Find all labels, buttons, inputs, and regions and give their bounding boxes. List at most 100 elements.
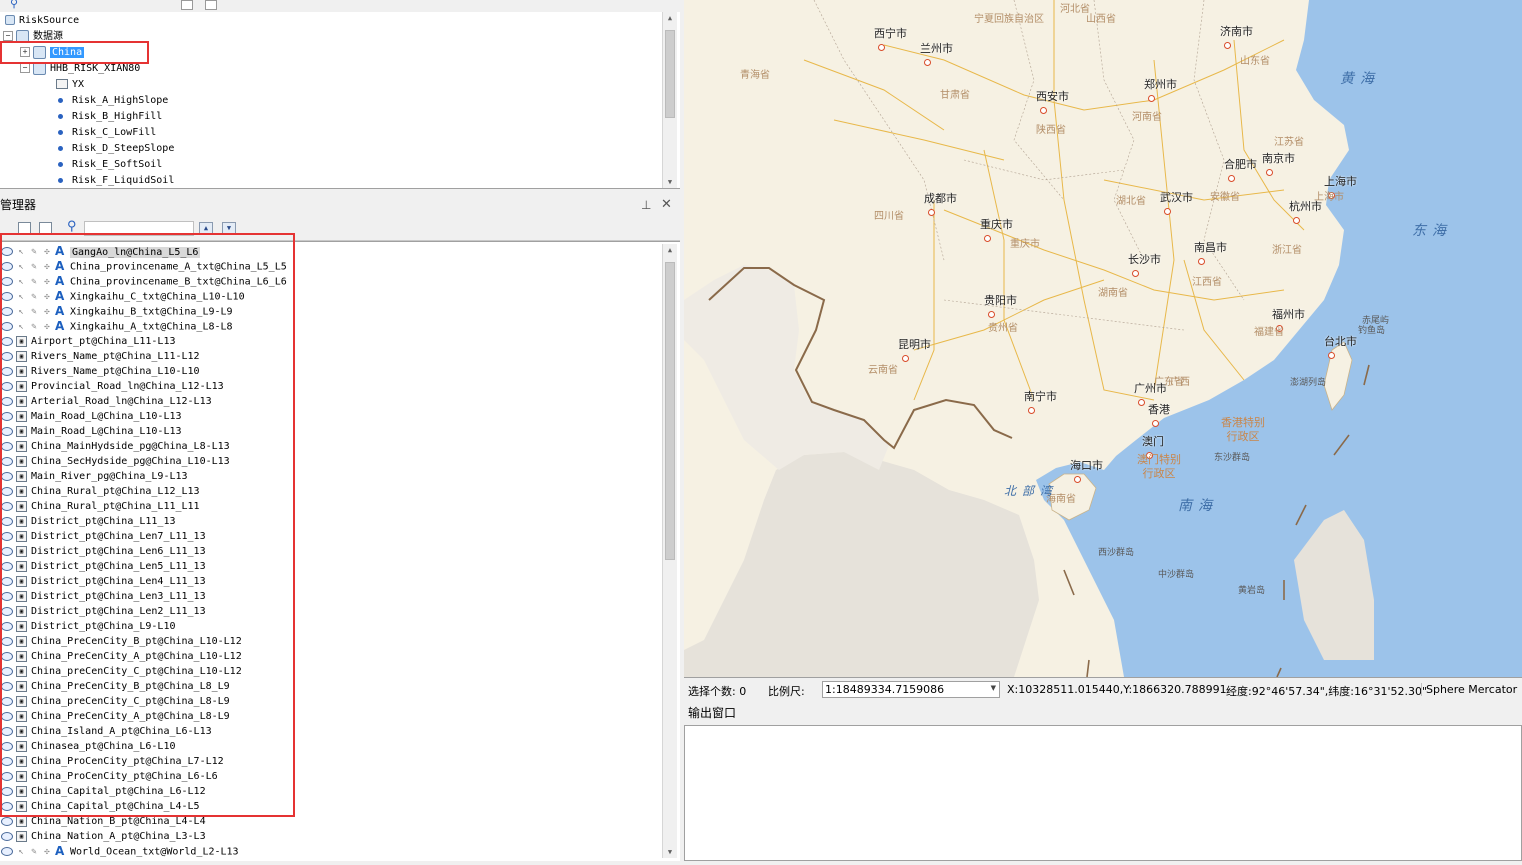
visibility-eye-icon[interactable] (1, 606, 13, 616)
tree-item-risk-b[interactable]: Risk_B_HighFill (58, 109, 162, 125)
layer-row[interactable]: ▣ Main_River_pg@China_L9-L13 (0, 469, 188, 484)
layer-tool-icon-2[interactable] (39, 222, 52, 234)
city-marker[interactable] (1132, 270, 1139, 277)
visibility-eye-icon[interactable] (1, 381, 13, 391)
snap-icon[interactable]: ✣ (42, 847, 52, 857)
selectable-arrow-icon[interactable]: ↖ (16, 247, 26, 257)
city-marker[interactable] (1293, 217, 1300, 224)
layer-row[interactable]: ▣ China_Rural_pt@China_L11_L11 (0, 499, 200, 514)
visibility-eye-icon[interactable] (1, 486, 13, 496)
scroll-up-arrow-icon[interactable]: ▲ (663, 12, 677, 24)
layer-row[interactable]: ▣ District_pt@China_L11_13 (0, 514, 176, 529)
visibility-eye-icon[interactable] (1, 292, 13, 301)
visibility-eye-icon[interactable] (1, 351, 13, 361)
layer-row[interactable]: ▣ China_preCenCity_C_pt@China_L8-L9 (0, 694, 230, 709)
layer-search-input[interactable] (84, 221, 194, 236)
layer-row[interactable]: ▣ China_Capital_pt@China_L6-L12 (0, 784, 206, 799)
editable-pencil-icon[interactable]: ✎ (29, 847, 39, 857)
label-layer-row[interactable]: ↖ ✎ ✣ A Xingkaihu_C_txt@China_L10-L10 (0, 289, 245, 304)
editable-pencil-icon[interactable]: ✎ (29, 307, 39, 317)
city-marker[interactable] (928, 209, 935, 216)
tree-item-china[interactable]: + China (20, 45, 85, 61)
selectable-arrow-icon[interactable]: ↖ (16, 262, 26, 272)
layer-row[interactable]: ▣ Arterial_Road_ln@China_L12-L13 (0, 394, 212, 409)
editable-pencil-icon[interactable]: ✎ (29, 277, 39, 287)
city-marker[interactable] (1164, 208, 1171, 215)
city-marker[interactable] (902, 355, 909, 362)
visibility-eye-icon[interactable] (1, 262, 13, 271)
layer-row[interactable]: ▣ China_ProCenCity_pt@China_L7-L12 (0, 754, 224, 769)
visibility-eye-icon[interactable] (1, 696, 13, 706)
visibility-eye-icon[interactable] (1, 546, 13, 556)
move-down-icon[interactable]: ▼ (222, 222, 236, 235)
visibility-eye-icon[interactable] (1, 786, 13, 796)
layer-tool-icon-1[interactable] (18, 222, 31, 234)
city-marker[interactable] (878, 44, 885, 51)
snap-icon[interactable]: ✣ (42, 307, 52, 317)
layer-row[interactable]: ▣ District_pt@China_Len5_L11_13 (0, 559, 206, 574)
label-layer-row[interactable]: ↖ ✎ ✣ A World_Ocean_txt@World_L2-L13 (0, 844, 239, 859)
layer-row[interactable]: ▣ China_Nation_B_pt@China_L4-L4 (0, 814, 206, 829)
city-marker[interactable] (1328, 352, 1335, 359)
visibility-eye-icon[interactable] (1, 591, 13, 601)
expand-icon[interactable]: + (20, 47, 30, 57)
city-marker[interactable] (1028, 407, 1035, 414)
collapse-icon[interactable]: − (20, 63, 30, 73)
city-marker[interactable] (1224, 42, 1231, 49)
tree-item-hhb[interactable]: − HHB_RISK_XIAN80 (20, 61, 140, 77)
visibility-eye-icon[interactable] (1, 411, 13, 421)
visibility-eye-icon[interactable] (1, 336, 13, 346)
tree-datasources[interactable]: − 数据源 (3, 29, 63, 45)
visibility-eye-icon[interactable] (1, 531, 13, 541)
city-marker[interactable] (984, 235, 991, 242)
city-marker[interactable] (1040, 107, 1047, 114)
selectable-arrow-icon[interactable]: ↖ (16, 277, 26, 287)
layer-row[interactable]: ▣ District_pt@China_Len4_L11_13 (0, 574, 206, 589)
city-marker[interactable] (1148, 95, 1155, 102)
label-layer-row[interactable]: ↖ ✎ ✣ A China_provincename_A_txt@China_L5_L5 (0, 259, 287, 274)
city-marker[interactable] (1152, 420, 1159, 427)
visibility-eye-icon[interactable] (1, 801, 13, 811)
scroll-up-arrow-icon[interactable]: ▲ (663, 244, 677, 256)
collapse-icon[interactable]: − (3, 31, 13, 41)
layer-row[interactable]: ▣ Main_Road_L@China_L10-L13 (0, 409, 182, 424)
snap-icon[interactable]: ✣ (42, 262, 52, 272)
layer-row[interactable]: ▣ China_PreCenCity_B_pt@China_L10-L12 (0, 634, 242, 649)
visibility-eye-icon[interactable] (1, 471, 13, 481)
snap-icon[interactable]: ✣ (42, 292, 52, 302)
editable-pencil-icon[interactable]: ✎ (29, 322, 39, 332)
visibility-eye-icon[interactable] (1, 771, 13, 781)
output-window-body[interactable] (684, 725, 1522, 861)
layer-row[interactable]: ▣ China_PreCenCity_A_pt@China_L10-L12 (0, 649, 242, 664)
selectable-arrow-icon[interactable]: ↖ (16, 307, 26, 317)
label-layer-row[interactable]: ↖ ✎ ✣ A Xingkaihu_B_txt@China_L9-L9 (0, 304, 233, 319)
visibility-eye-icon[interactable] (1, 651, 13, 661)
layer-row[interactable]: ▣ Airport_pt@China_L11-L13 (0, 334, 176, 349)
layer-row[interactable]: ▣ China_Island_A_pt@China_L6-L13 (0, 724, 212, 739)
layer-row[interactable]: ▣ China_Nation_A_pt@China_L3-L3 (0, 829, 206, 844)
tree-item-risk-f[interactable]: Risk_F_LiquidSoil (58, 173, 174, 189)
layer-row[interactable]: ▣ China_Capital_pt@China_L4-L5 (0, 799, 200, 814)
toolbar-button-b[interactable] (205, 0, 217, 10)
editable-pencil-icon[interactable]: ✎ (29, 292, 39, 302)
visibility-eye-icon[interactable] (1, 456, 13, 466)
editable-pencil-icon[interactable]: ✎ (29, 262, 39, 272)
visibility-eye-icon[interactable] (1, 741, 13, 751)
visibility-eye-icon[interactable] (1, 681, 13, 691)
layer-row[interactable]: ▣ Provincial_Road_ln@China_L12-L13 (0, 379, 224, 394)
move-up-icon[interactable]: ▲ (199, 222, 213, 235)
visibility-eye-icon[interactable] (1, 441, 13, 451)
visibility-eye-icon[interactable] (1, 576, 13, 586)
layer-row[interactable]: ▣ Rivers_Name_pt@China_L10-L10 (0, 364, 200, 379)
snap-icon[interactable]: ✣ (42, 247, 52, 257)
chevron-down-icon[interactable]: ▼ (991, 684, 996, 692)
selectable-arrow-icon[interactable]: ↖ (16, 292, 26, 302)
visibility-eye-icon[interactable] (1, 366, 13, 376)
visibility-eye-icon[interactable] (1, 621, 13, 631)
city-marker[interactable] (1138, 399, 1145, 406)
visibility-eye-icon[interactable] (1, 816, 13, 826)
close-icon[interactable]: ✕ (661, 194, 672, 216)
visibility-eye-icon[interactable] (1, 307, 13, 316)
visibility-eye-icon[interactable] (1, 561, 13, 571)
city-marker[interactable] (1266, 169, 1273, 176)
